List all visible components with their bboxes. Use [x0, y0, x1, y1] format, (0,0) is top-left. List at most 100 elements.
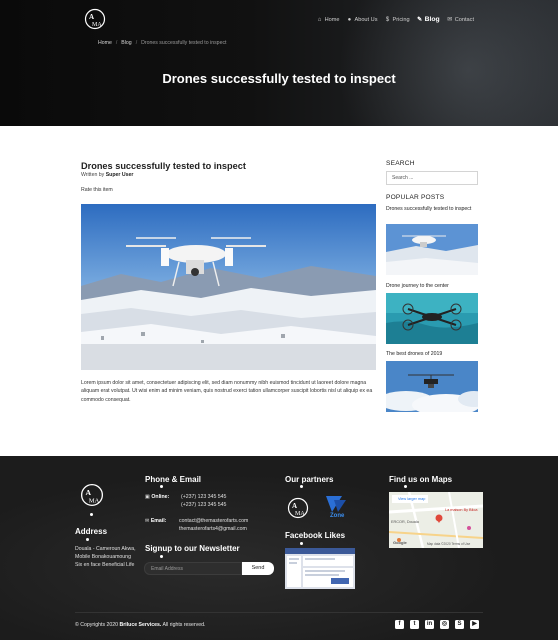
partners-heading: Our partners [285, 475, 334, 484]
map-google-label: Google [393, 540, 407, 545]
facebook-page-preview [285, 548, 355, 587]
site-logo[interactable]: A MA [84, 8, 106, 30]
instagram-icon[interactable]: ◎ [440, 620, 449, 629]
svg-text:A: A [89, 13, 94, 21]
search-input[interactable]: Search ... [386, 171, 478, 185]
user-icon: ● [347, 16, 352, 23]
facebook-heading: Facebook Likes [285, 531, 346, 540]
drone-sea-thumbnail [386, 293, 478, 344]
article-image [81, 204, 376, 370]
newsletter-dot [160, 555, 163, 558]
partner-logo-1[interactable]: A MA [287, 497, 309, 519]
linkedin-icon[interactable]: in [425, 620, 434, 629]
copyright-company: Briluce Services. [119, 622, 162, 628]
copyright-suffix: All rights reserved. [162, 622, 206, 628]
partner-logo-2[interactable]: Zone [318, 494, 354, 522]
popular-post-thumb-1[interactable] [386, 224, 478, 275]
address-text: Douala - Cameroun Akwa, Mobile Bonakouam… [75, 546, 136, 568]
view-larger-map-link[interactable]: View larger map [398, 497, 425, 501]
phone-icon: ▣ [145, 494, 150, 500]
email-address-1[interactable]: contact@themasterofarts.com [179, 517, 248, 525]
phone-dot [160, 485, 163, 488]
main-nav: ⌂ Home ● About Us $ Pricing ✎ Blog ✉ Con… [317, 16, 474, 23]
online-label: Online: [151, 494, 170, 500]
drone-snow-thumbnail [386, 224, 478, 275]
footer-divider [75, 612, 483, 613]
footer-logo[interactable]: A MA [80, 483, 104, 507]
partners-dot [300, 485, 303, 488]
google-map[interactable]: View larger map La maison By Biloa ERCOR… [389, 492, 483, 548]
copyright: © Copyrights 2020 Briluce Services. All … [75, 622, 205, 628]
svg-text:A: A [85, 488, 91, 497]
blog-icon: ✎ [417, 17, 423, 23]
skype-icon[interactable]: S [455, 620, 464, 629]
phone-number-2[interactable]: (+237) 123 345 545 [181, 501, 226, 509]
address-heading: Address [75, 527, 108, 536]
map-area-label: ERCOR, Douala [391, 520, 419, 524]
nav-pricing[interactable]: $ Pricing [385, 16, 410, 23]
page-header: A MA ⌂ Home ● About Us $ Pricing ✎ Blog … [0, 0, 558, 126]
email-address-2[interactable]: themasterofarts4@gmail.com [179, 525, 247, 533]
breadcrumb-current: Drones successfully tested to inspect [141, 40, 227, 46]
popular-post-title-1[interactable]: Drones successfully tested to inspect [386, 205, 478, 213]
envelope-icon: ✉ [447, 17, 453, 23]
logo-dot [90, 513, 93, 516]
newsletter-email-input[interactable]: Email Address [144, 562, 242, 575]
rate-item[interactable]: Rate this item [81, 187, 113, 193]
popular-post-title-3[interactable]: The best drones of 2019 [386, 350, 478, 358]
breadcrumb: Home / Blog / Drones successfully tested… [98, 40, 227, 46]
popular-post-title-2[interactable]: Drone journey to the center [386, 282, 478, 290]
breadcrumb-blog[interactable]: Blog [121, 40, 131, 46]
svg-text:MA: MA [295, 511, 305, 517]
home-icon: ⌂ [317, 16, 322, 23]
maps-heading: Find us on Maps [389, 475, 453, 484]
partner-2-name: Zone [330, 513, 345, 519]
newsletter-heading: Signup to our Newsletter [145, 544, 240, 553]
search-heading: SEARCH [386, 160, 415, 167]
breadcrumb-separator: / [135, 40, 138, 46]
nav-contact[interactable]: ✉ Contact [447, 16, 474, 24]
nav-home-label: Home [324, 16, 340, 23]
breadcrumb-home[interactable]: Home [98, 40, 112, 46]
address-dot [86, 538, 89, 541]
phone-email-heading: Phone & Email [145, 475, 202, 484]
svg-text:MA: MA [89, 498, 100, 505]
zone-logo-mark [326, 496, 346, 512]
facebook-icon[interactable]: f [395, 620, 404, 629]
nav-contact-label: Contact [454, 16, 474, 23]
map-attribution: Map data ©2020 Terms of Use [427, 542, 471, 546]
newsletter-send-button[interactable]: Send [242, 562, 274, 575]
online-row: ▣ Online: [145, 493, 169, 501]
article-body: Lorem ipsum dolor sit amet, consectetuer… [81, 380, 373, 403]
written-by-prefix: Written by [81, 172, 105, 178]
nav-pricing-label: Pricing [392, 16, 410, 23]
social-links: f t in ◎ S ▶ [395, 620, 479, 629]
dollar-icon: $ [385, 16, 390, 23]
email-row: ✉ Email: [145, 517, 166, 525]
svg-text:MA: MA [92, 22, 102, 28]
drone-over-snow-image [81, 204, 376, 370]
author-name[interactable]: Super User [106, 172, 134, 178]
email-label: Email: [150, 518, 167, 524]
map-place-label: La maison By Biloa [445, 508, 478, 512]
nav-about[interactable]: ● About Us [346, 16, 378, 23]
breadcrumb-separator: / [115, 40, 118, 46]
nav-blog-label: Blog [424, 16, 440, 23]
facebook-widget[interactable] [285, 548, 355, 589]
facebook-dot [300, 542, 303, 545]
popular-post-thumb-2[interactable] [386, 293, 478, 344]
phone-number-1[interactable]: (+237) 123 345 545 [181, 493, 226, 501]
email-icon: ✉ [145, 518, 150, 524]
article-title: Drones successfully tested to inspect [81, 161, 246, 171]
twitter-icon[interactable]: t [410, 620, 419, 629]
article-author: Written by Super User [81, 172, 133, 178]
nav-blog[interactable]: ✎ Blog [417, 16, 440, 23]
youtube-icon[interactable]: ▶ [470, 620, 479, 629]
drone-clouds-thumbnail [386, 361, 478, 412]
popular-posts-heading: POPULAR POSTS [386, 194, 445, 201]
popular-post-thumb-3[interactable] [386, 361, 478, 412]
copyright-prefix: © Copyrights 2020 [75, 622, 119, 628]
newsletter-form: Email Address Send [144, 562, 274, 575]
nav-home[interactable]: ⌂ Home [317, 16, 340, 23]
nav-about-label: About Us [354, 16, 378, 23]
